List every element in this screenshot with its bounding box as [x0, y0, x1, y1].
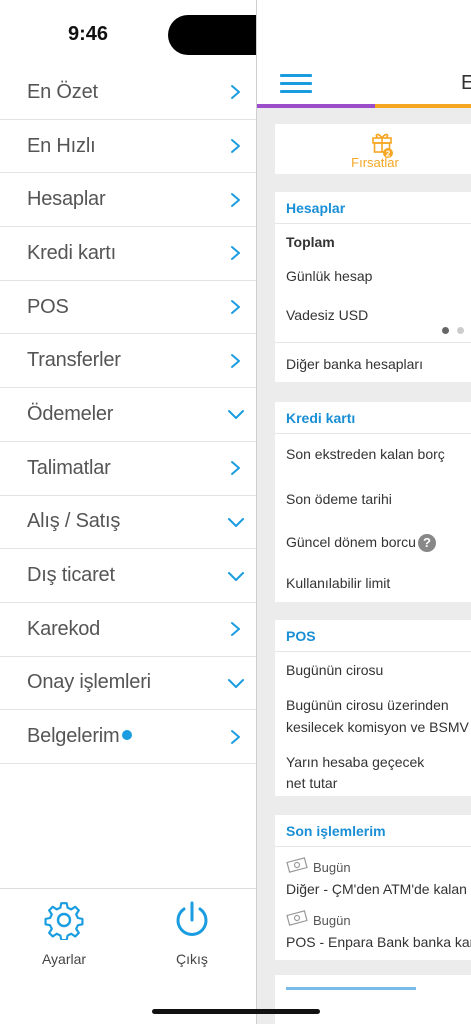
gear-icon [44, 902, 84, 942]
chevron-right-icon [231, 729, 240, 744]
menu-item-label: Belgelerim [27, 725, 120, 748]
logout-label: Çıkış [176, 951, 208, 967]
menu-item-dış-ticaret[interactable]: Dış ticaret [0, 549, 256, 603]
color-bar-orange [375, 104, 471, 108]
recent-transactions-card[interactable]: Son işlemlerim Bugün Diğer - ÇM'den ATM'… [275, 815, 471, 960]
home-indicator [152, 1009, 320, 1014]
pos-row-today: Bugünün cirosu [286, 662, 384, 678]
dashboard-header: E [257, 66, 471, 104]
hamburger-menu-button[interactable] [280, 74, 312, 94]
pos-card[interactable]: POS Bugünün cirosu Bugünün cirosu üzerin… [275, 620, 471, 796]
recent-transactions-title: Son işlemlerim [275, 815, 471, 847]
menu-item-label: Dış ticaret [27, 564, 115, 587]
notification-dot [122, 729, 133, 740]
chevron-right-icon [231, 85, 240, 100]
menu-item-hesaplar[interactable]: Hesaplar [0, 173, 256, 228]
chevron-right-icon [231, 353, 240, 368]
banknote-icon [286, 857, 308, 873]
pos-row-tomorrow-2: net tutar [286, 775, 338, 791]
menu-item-belgelerim[interactable]: Belgelerim [0, 710, 256, 764]
chevron-right-icon [231, 300, 240, 315]
menu-item-label: POS [27, 295, 69, 318]
transaction-item[interactable]: Bugün POS - Enpara Bank banka kart [275, 910, 471, 950]
credit-row-last-statement: Son ekstreden kalan borç [286, 446, 445, 462]
menu-item-kredi-kartı[interactable]: Kredi kartı [0, 227, 256, 281]
credit-card-card[interactable]: Kredi kartı Son ekstreden kalan borç Son… [275, 402, 471, 602]
menu-item-label: Talimatlar [27, 456, 111, 479]
chevron-right-icon [231, 461, 240, 476]
pos-title: POS [275, 620, 471, 652]
side-menu: En Özet En Hızlı Hesaplar Kredi kartı POS Tra… [0, 66, 256, 764]
firsatlar-button[interactable]: 2 Fırsatlar [275, 124, 471, 174]
menu-item-label: En Hızlı [27, 134, 96, 157]
accounts-pager[interactable] [442, 327, 464, 334]
menu-item-alış-satış[interactable]: Alış / Satış [0, 496, 256, 550]
menu-item-label: Kredi kartı [27, 241, 116, 264]
menu-divider [0, 888, 256, 889]
transaction-desc: POS - Enpara Bank banka kart [286, 934, 471, 950]
transaction-desc: Diğer - ÇM'den ATM'de kalan tu [286, 881, 471, 897]
menu-item-en-özet[interactable]: En Özet [0, 66, 256, 120]
menu-item-label: Transferler [27, 349, 121, 372]
account-row-daily[interactable]: Günlük hesap [275, 268, 372, 284]
transaction-date: Bugün [313, 860, 351, 875]
chevron-down-icon [228, 410, 244, 420]
menu-item-label: Hesaplar [27, 188, 106, 211]
pos-row-tomorrow-1: Yarın hesaba geçecek [286, 754, 425, 770]
chevron-down-icon [228, 678, 244, 688]
chevron-right-icon [231, 246, 240, 261]
menu-item-ödemeler[interactable]: Ödemeler [0, 388, 256, 442]
transaction-date: Bugün [313, 913, 351, 928]
menu-item-onay-işlemleri[interactable]: Onay işlemleri [0, 657, 256, 711]
dashboard-panel: E 2 Fırsatlar Hesaplar Toplam Günlük hes… [256, 0, 471, 1024]
menu-item-pos[interactable]: POS [0, 281, 256, 335]
credit-card-title: Kredi kartı [275, 402, 471, 434]
chevron-right-icon [231, 622, 240, 637]
chevron-right-icon [231, 139, 240, 154]
menu-item-label: Onay işlemleri [27, 671, 151, 694]
logout-button[interactable]: Çıkış [128, 900, 256, 967]
banknote-icon [286, 910, 308, 926]
color-bar-purple [257, 104, 375, 108]
pos-row-commission-2: kesilecek komisyon ve BSMV [286, 719, 469, 735]
pos-row-commission-1: Bugünün cirosu üzerinden [286, 697, 449, 713]
help-icon[interactable]: ? [417, 534, 436, 552]
header-title: E [461, 72, 471, 95]
menu-item-label: Ödemeler [27, 402, 114, 425]
other-bank-accounts-link[interactable]: Diğer banka hesapları [275, 356, 423, 372]
status-time: 9:46 [68, 23, 109, 45]
menu-item-karekod[interactable]: Karekod [0, 603, 256, 657]
power-icon [176, 901, 208, 936]
settings-button[interactable]: Ayarlar [0, 900, 128, 967]
menu-item-transferler[interactable]: Transferler [0, 334, 256, 389]
chevron-down-icon [228, 517, 244, 527]
accounts-title: Hesaplar [275, 192, 471, 224]
menu-item-en-hızlı[interactable]: En Hızlı [0, 120, 256, 174]
firsatlar-label: Fırsatlar [351, 155, 399, 170]
credit-row-due-date: Son ödeme tarihi [286, 491, 392, 507]
settings-label: Ayarlar [41, 951, 87, 967]
menu-item-label: Alış / Satış [27, 510, 121, 533]
transaction-item[interactable]: Bugün Diğer - ÇM'den ATM'de kalan tu [275, 857, 471, 897]
credit-row-current: Güncel dönem borcu? [275, 534, 436, 552]
menu-item-label: Karekod [27, 617, 101, 640]
chevron-right-icon [231, 192, 240, 207]
chevron-down-icon [228, 571, 244, 581]
menu-item-talimatlar[interactable]: Talimatlar [0, 442, 256, 496]
accounts-card[interactable]: Hesaplar Toplam Günlük hesap Vadesiz USD… [275, 192, 471, 382]
accounts-total-label: Toplam [286, 234, 335, 250]
menu-item-label: En Özet [27, 80, 98, 103]
credit-row-limit: Kullanılabilir limit [286, 575, 391, 591]
account-row-usd[interactable]: Vadesiz USD [275, 307, 368, 323]
next-card [275, 975, 471, 1024]
credit-row-current-label: Güncel dönem borcu [286, 534, 416, 551]
